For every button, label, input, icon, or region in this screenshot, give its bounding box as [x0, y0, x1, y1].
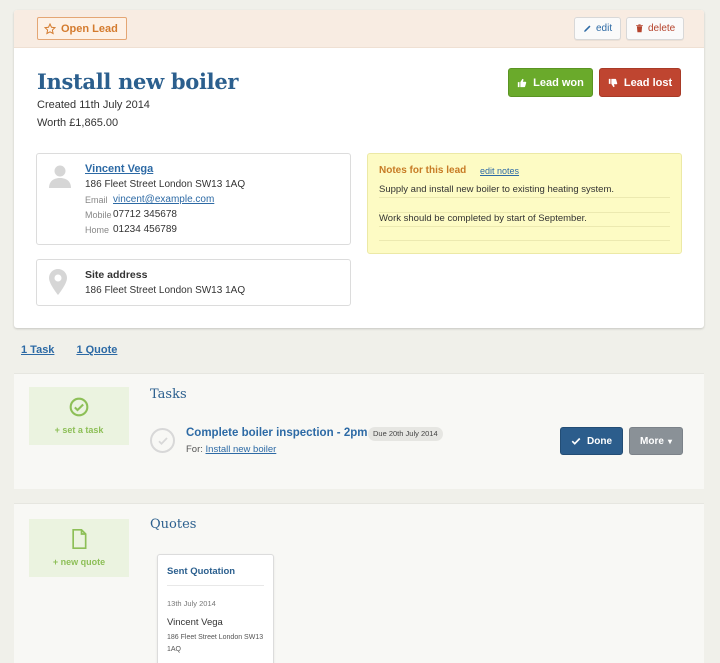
- task-for-label: For:: [186, 444, 203, 455]
- quote-title: Sent Quotation: [167, 566, 236, 577]
- more-dropdown-button[interactable]: More ▾: [629, 427, 683, 455]
- set-task-label: + set a task: [54, 425, 104, 435]
- lead-lost-label: Lead lost: [623, 76, 673, 89]
- notes-line: [379, 225, 670, 241]
- mobile-value: 07712 345678: [113, 209, 177, 220]
- trash-icon: [636, 24, 643, 33]
- delete-button[interactable]: delete: [626, 17, 685, 40]
- lead-won-label: Lead won: [533, 76, 584, 89]
- email-link[interactable]: vincent@example.com: [113, 194, 214, 206]
- delete-button-label: delete: [648, 23, 676, 34]
- contact-email-row: Email vincent@example.com: [85, 194, 214, 206]
- quotes-title: Quotes: [150, 517, 197, 532]
- thumbs-up-icon: [517, 78, 527, 87]
- done-button[interactable]: Done: [560, 427, 623, 455]
- email-label: Email: [85, 195, 108, 205]
- tab-tasks[interactable]: 1 Task: [21, 344, 54, 356]
- lead-lost-button[interactable]: Lead lost: [599, 68, 681, 97]
- quote-date: 13th July 2014: [167, 599, 216, 608]
- lead-won-button[interactable]: Lead won: [508, 68, 593, 97]
- more-button-label: More: [640, 435, 664, 447]
- page-title: Install new boiler: [37, 69, 239, 94]
- contact-home-row: Home 01234 456789: [85, 224, 177, 236]
- contact-mobile-row: Mobile 07712 345678: [85, 209, 177, 221]
- notes-card: Notes for this lead edit notes Supply an…: [367, 153, 682, 254]
- task-due-badge: Due 20th July 2014: [368, 427, 443, 441]
- status-badge-label: Open Lead: [61, 22, 118, 35]
- new-quote-button[interactable]: + new quote: [29, 519, 129, 577]
- status-badge: Open Lead: [37, 17, 127, 40]
- set-task-button[interactable]: + set a task: [29, 387, 129, 445]
- done-button-label: Done: [587, 435, 612, 447]
- tasks-section: + set a task Tasks Complete boiler inspe…: [14, 373, 704, 489]
- star-icon: [44, 22, 56, 35]
- chevron-down-icon: ▾: [667, 436, 672, 446]
- quote-client-name: Vincent Vega: [167, 617, 223, 628]
- person-icon: [49, 165, 71, 188]
- divider: [167, 585, 264, 586]
- pencil-icon: [584, 25, 591, 32]
- check-icon: [157, 436, 168, 445]
- tab-quotes[interactable]: 1 Quote: [76, 344, 117, 356]
- document-icon: [72, 529, 87, 549]
- lead-header: Open Lead edit delete: [14, 10, 704, 48]
- quote-client-address: 186 Fleet Street London SW13 1AQ: [167, 634, 264, 653]
- quote-card[interactable]: Sent Quotation 13th July 2014 Vincent Ve…: [157, 554, 274, 663]
- task-complete-checkbox[interactable]: [150, 428, 175, 453]
- site-address-text: 186 Fleet Street London SW13 1AQ: [85, 285, 246, 296]
- check-circle-icon: [69, 397, 89, 417]
- contact-address: 186 Fleet Street London SW13 1AQ: [85, 179, 246, 190]
- tasks-title: Tasks: [150, 387, 187, 402]
- edit-button-label: edit: [596, 23, 613, 34]
- lead-created: Created 11th July 2014: [37, 99, 150, 111]
- map-pin-icon: [49, 269, 67, 295]
- quotes-section: + new quote Quotes Sent Quotation 13th J…: [14, 503, 704, 663]
- edit-notes-link[interactable]: edit notes: [480, 166, 519, 176]
- task-for-link[interactable]: Install new boiler: [206, 444, 277, 455]
- thumbs-down-icon: [608, 78, 618, 87]
- new-quote-label: + new quote: [52, 557, 106, 567]
- home-value: 01234 456789: [113, 224, 177, 235]
- contact-name-link[interactable]: Vincent Vega: [85, 163, 153, 175]
- task-for: For: Install new boiler: [186, 444, 276, 455]
- contact-card: Vincent Vega 186 Fleet Street London SW1…: [36, 153, 351, 245]
- notes-title: Notes for this lead: [379, 165, 467, 176]
- lead-worth: Worth £1,865.00: [37, 117, 119, 129]
- check-icon: [571, 437, 581, 445]
- home-label: Home: [85, 225, 110, 235]
- lead-card: Open Lead edit delete Install new boiler…: [14, 10, 704, 328]
- mobile-label: Mobile: [85, 210, 112, 220]
- task-title-link[interactable]: Complete boiler inspection - 2pm: [186, 427, 367, 439]
- section-tabs: 1 Task 1 Quote: [21, 344, 117, 356]
- edit-button[interactable]: edit: [574, 17, 622, 40]
- site-address-title: Site address: [85, 269, 148, 281]
- site-address-card: Site address 186 Fleet Street London SW1…: [36, 259, 351, 306]
- notes-line: Supply and install new boiler to existin…: [379, 182, 670, 198]
